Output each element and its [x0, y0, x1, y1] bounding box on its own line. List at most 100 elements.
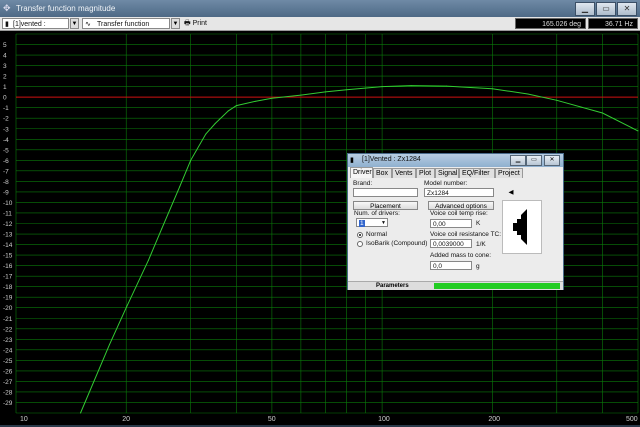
data-point — [527, 93, 529, 95]
data-point — [446, 85, 448, 87]
driver-dialog: ▮ [1]Vented : Zx1284 ▁ ▭ ✕ Driver Box Ve… — [347, 153, 564, 290]
y-tick-label: -21 — [3, 316, 13, 323]
x-tick-label: 100 — [378, 416, 390, 423]
x-tick-label: 500 — [626, 416, 638, 423]
mass-unit: g — [476, 263, 480, 270]
y-tick-label: -6 — [3, 158, 9, 165]
mass-field[interactable]: 0,0 — [430, 261, 472, 270]
tab-plot[interactable]: Plot — [416, 168, 435, 178]
dialog-close-button[interactable]: ✕ — [544, 155, 560, 166]
tab-driver[interactable]: Driver — [350, 167, 373, 178]
maximize-button[interactable]: ▭ — [596, 2, 616, 16]
data-point — [556, 99, 558, 101]
data-point — [190, 159, 192, 161]
y-tick-label: -26 — [3, 368, 13, 375]
y-tick-label: -10 — [3, 200, 13, 207]
data-point — [79, 412, 81, 414]
driver-icon: ▮ — [5, 21, 9, 28]
data-point — [161, 228, 163, 230]
vc-temp-field[interactable]: 0,00 — [430, 219, 472, 228]
dialog-status-bar: Parameters — [348, 281, 563, 290]
dialog-maximize-button[interactable]: ▭ — [526, 155, 542, 166]
radio-isobarik[interactable] — [357, 241, 363, 247]
y-tick-label: -28 — [3, 389, 13, 396]
print-button[interactable]: 🖶 Print — [184, 18, 207, 29]
radio-isobarik-label: IsoBarik (Compound) — [366, 240, 428, 247]
dialog-title: [1]Vented : Zx1284 — [362, 156, 421, 163]
num-drivers-value: 1 — [359, 220, 365, 227]
toolbar: ▮ [1]vented : Zx1284 ▼ ∿ Transfer functi… — [0, 17, 640, 39]
data-point — [235, 105, 237, 107]
data-point — [147, 259, 149, 261]
tab-project[interactable]: Project — [495, 168, 523, 178]
dialog-icon: ▮ — [350, 157, 354, 164]
dialog-titlebar: ▮ [1]Vented : Zx1284 ▁ ▭ ✕ — [348, 154, 563, 167]
data-point — [410, 85, 412, 87]
y-tick-label: -29 — [3, 400, 13, 407]
vc-temp-unit: K — [476, 220, 481, 227]
num-drivers-select[interactable]: 1 ▼ — [356, 218, 388, 227]
y-tick-label: -15 — [3, 253, 13, 260]
dialog-minimize-button[interactable]: ▁ — [510, 155, 526, 166]
data-point — [179, 186, 181, 188]
y-tick-label: -8 — [3, 179, 9, 186]
minimize-button[interactable]: ▁ — [575, 2, 595, 16]
y-tick-label: -16 — [3, 263, 13, 270]
data-point — [637, 130, 639, 132]
model-label: Model number: — [424, 180, 468, 187]
tab-signal[interactable]: Signal — [435, 168, 459, 178]
y-tick-label: -22 — [3, 326, 13, 333]
brand-label: Brand: — [353, 180, 373, 187]
data-point — [381, 86, 383, 88]
driver-cross-section-icon — [513, 209, 527, 245]
vc-tc-field[interactable]: 0,0039000 — [430, 239, 472, 248]
view-select[interactable]: ∿ Transfer function magnitude — [82, 18, 170, 39]
y-tick-label: -7 — [3, 168, 9, 175]
x-tick-label: 50 — [268, 416, 276, 423]
data-point — [254, 100, 256, 102]
tab-eq-filter[interactable]: EQ/Filter — [459, 168, 495, 178]
vc-tc-label: Voice coil resistance TC: — [430, 231, 502, 238]
model-field[interactable]: Zx1284 — [424, 188, 494, 197]
driver-select-dropdown[interactable]: ▼ — [70, 18, 79, 29]
tab-vents[interactable]: Vents — [392, 168, 416, 178]
data-point — [300, 94, 302, 96]
driver-select[interactable]: ▮ [1]vented : Zx1284 — [2, 18, 69, 39]
y-tick-label: -17 — [3, 274, 13, 281]
status-progress — [434, 283, 560, 289]
y-tick-label: 3 — [3, 63, 7, 70]
status-label: Parameters — [376, 283, 409, 289]
y-tick-label: -11 — [3, 210, 12, 217]
data-point — [125, 307, 127, 309]
waveform-icon: ∿ — [85, 21, 91, 28]
radio-normal[interactable] — [357, 232, 363, 238]
y-tick-label: -1 — [3, 105, 9, 112]
y-tick-label: -9 — [3, 189, 9, 196]
x-tick-label: 20 — [122, 416, 130, 423]
window-titlebar: ✥ Transfer function magnitude ▁ ▭ ✕ — [0, 0, 640, 17]
mass-label: Added mass to cone: — [430, 252, 492, 259]
advanced-options-button[interactable]: Advanced options — [428, 201, 494, 210]
placement-button[interactable]: Placement — [353, 201, 418, 210]
y-tick-label: 5 — [3, 42, 7, 49]
y-tick-label: -25 — [3, 358, 13, 365]
print-label: Print — [192, 20, 207, 27]
phase-readout: 165.026 deg — [515, 18, 586, 29]
y-tick-label: -23 — [3, 337, 13, 344]
tab-box[interactable]: Box — [373, 168, 392, 178]
y-tick-label: -5 — [3, 147, 9, 154]
y-tick-label: -24 — [3, 347, 13, 354]
x-tick-label: 200 — [488, 416, 500, 423]
view-select-dropdown[interactable]: ▼ — [171, 18, 180, 29]
speaker-icon[interactable]: ◀ — [506, 188, 516, 197]
x-tick-label: 10 — [20, 416, 28, 423]
window-title: Transfer function magnitude — [16, 4, 116, 13]
y-tick-label: -20 — [3, 305, 13, 312]
y-tick-label: 0 — [3, 95, 7, 102]
num-drivers-label: Num. of drivers: — [354, 210, 400, 217]
chevron-down-icon: ▼ — [381, 220, 386, 226]
data-point — [227, 110, 229, 112]
brand-field[interactable] — [353, 188, 418, 197]
data-point — [214, 122, 216, 124]
close-button[interactable]: ✕ — [617, 2, 637, 16]
